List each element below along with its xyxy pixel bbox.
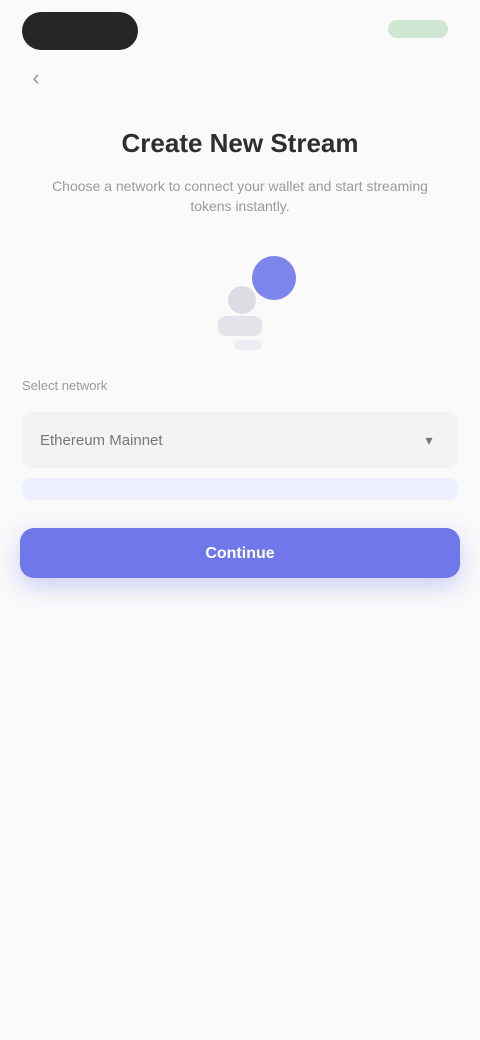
network-label: Select network	[22, 378, 108, 393]
back-button[interactable]: ‹	[22, 64, 50, 92]
chevron-left-icon: ‹	[32, 65, 40, 90]
status-indicator	[388, 20, 448, 38]
dynamic-island	[22, 12, 138, 50]
network-select-value: Ethereum Mainnet	[40, 431, 163, 449]
stream-illustration-icon	[218, 256, 296, 350]
chevron-down-icon: ▾	[425, 432, 433, 448]
continue-button[interactable]: Continue	[20, 528, 460, 578]
page-subtitle: Choose a network to connect your wallet …	[52, 178, 428, 214]
illustration	[200, 240, 300, 360]
screen: ‹ Create New Stream Choose a network to …	[0, 0, 480, 1040]
network-select[interactable]: Ethereum Mainnet ▾	[22, 412, 458, 468]
page-title: Create New Stream	[121, 128, 359, 158]
info-banner	[22, 478, 458, 500]
